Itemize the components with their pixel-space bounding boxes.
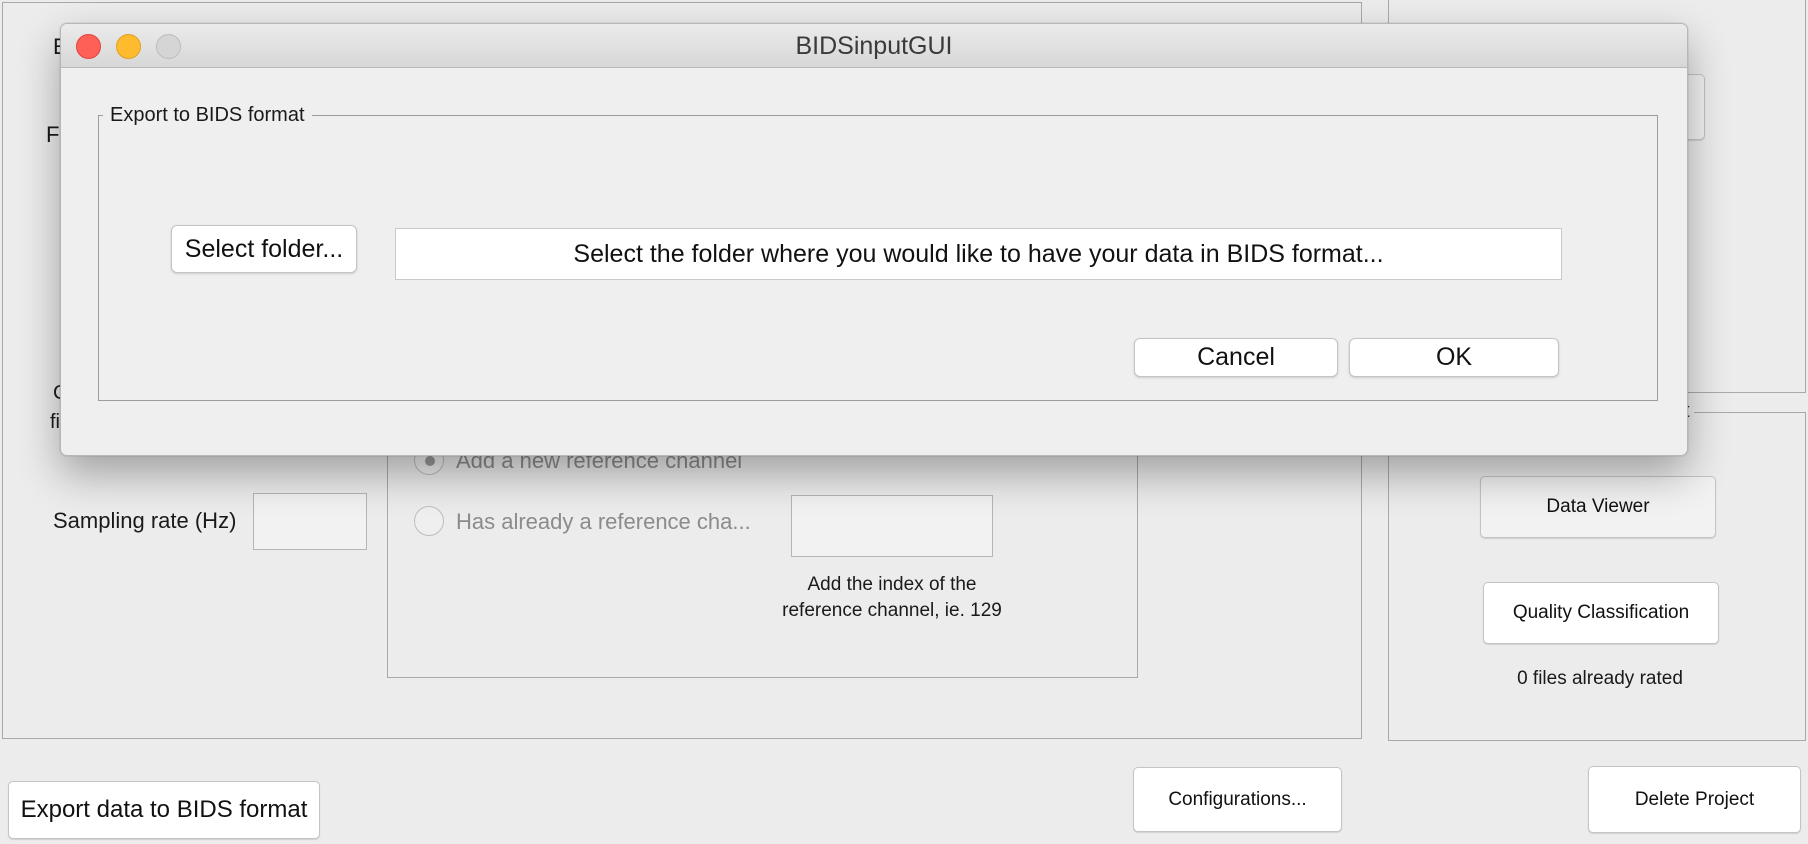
bids-export-dialog: BIDSinputGUI Export to BIDS format Selec…	[60, 23, 1688, 456]
project-actions-panel	[1388, 412, 1806, 741]
export-bids-group-title: Export to BIDS format	[103, 104, 312, 127]
delete-project-button[interactable]: Delete Project	[1588, 766, 1801, 833]
sampling-rate-input[interactable]	[253, 493, 367, 550]
cancel-button[interactable]: Cancel	[1134, 338, 1338, 377]
has-reference-radio[interactable]	[414, 506, 444, 536]
partial-label-f: F	[46, 122, 60, 147]
reference-index-hint-line1: Add the index of the	[807, 574, 977, 595]
sampling-rate-label: Sampling rate (Hz)	[53, 508, 237, 533]
ok-button[interactable]: OK	[1349, 338, 1559, 377]
reference-index-input[interactable]	[791, 495, 993, 557]
export-bids-button[interactable]: Export data to BIDS format	[8, 781, 320, 839]
select-folder-button[interactable]: Select folder...	[171, 225, 357, 273]
configurations-button[interactable]: Configurations...	[1133, 767, 1342, 832]
data-viewer-button[interactable]: Data Viewer	[1480, 476, 1716, 538]
dialog-title: BIDSinputGUI	[795, 32, 953, 60]
has-reference-label: Has already a reference cha...	[456, 509, 751, 534]
quality-classification-button[interactable]: Quality Classification	[1483, 582, 1719, 644]
partial-label-fi: fi	[50, 411, 60, 433]
reference-index-hint-line2: reference channel, ie. 129	[782, 600, 1002, 621]
bids-folder-path-field[interactable]: Select the folder where you would like t…	[395, 228, 1562, 280]
files-rated-status: 0 files already rated	[1517, 668, 1683, 689]
